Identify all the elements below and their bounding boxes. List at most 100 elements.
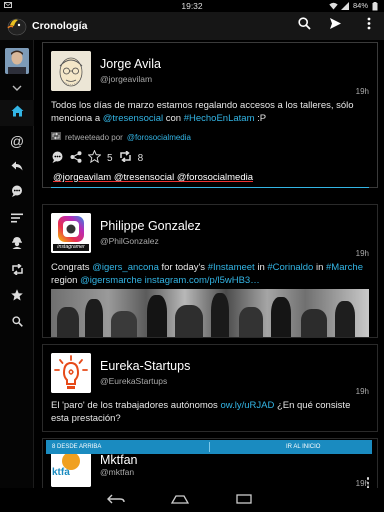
account-switcher-button[interactable] (0, 80, 34, 94)
sidebar: @ (0, 40, 34, 488)
instagramer-label: instagramer (57, 244, 85, 250)
share-button[interactable] (70, 150, 82, 166)
app-logo-icon[interactable] (6, 16, 28, 36)
tweet-text-segment: :P (254, 113, 267, 124)
lists-icon (11, 210, 23, 228)
retweet-button[interactable] (119, 150, 132, 165)
reply-button[interactable] (51, 151, 64, 166)
tweet-text: Congrats @igers_ancona for today's #Inst… (51, 261, 369, 287)
recent-apps-button[interactable] (232, 492, 256, 508)
new-tweets-count-button[interactable]: 8 DESDE ARRIBA (52, 444, 101, 450)
tweet-link[interactable]: instagram.com/p/l5wHB3… (145, 275, 260, 286)
sidebar-item-replies[interactable] (0, 154, 34, 180)
tweet-timestamp: 19h (355, 387, 369, 396)
sidebar-item-profile[interactable] (0, 232, 34, 258)
tweet-author-handle[interactable]: @EurekaStartups (100, 376, 167, 386)
divider (209, 442, 210, 452)
tweet-avatar[interactable] (51, 51, 91, 91)
tweet-author-name[interactable]: Philippe Gonzalez (100, 219, 201, 233)
tweet-link[interactable]: #HechoEnLatam (184, 113, 255, 124)
favorite-button[interactable] (87, 149, 102, 166)
sidebar-item-search[interactable] (0, 310, 34, 336)
tweet-avatar[interactable] (51, 353, 91, 393)
back-icon (107, 491, 125, 509)
share-icon (70, 150, 82, 166)
tweet-text-segment: in (313, 262, 327, 273)
retweet-small-icon (51, 132, 61, 142)
retweet-count: 8 (137, 152, 144, 164)
signal-icon (340, 1, 349, 10)
sidebar-item-mentions[interactable]: @ (0, 128, 34, 154)
tweet-link[interactable]: @tresensocial (103, 113, 163, 124)
timeline[interactable]: Jorge Avila @jorgeavilam 19h Todos los d… (38, 40, 382, 488)
retweeted-by-user-link[interactable]: @forosocialmedia (127, 133, 191, 142)
battery-icon (372, 1, 380, 10)
navigation-bar (0, 488, 384, 512)
tweet-text-segment: El 'paro' de los trabajadores autónomos (51, 400, 221, 411)
tweet-text: Todos los días de marzo estamos regaland… (51, 99, 369, 125)
back-button[interactable] (104, 492, 128, 508)
tweet-author-handle[interactable]: @mktfan (100, 467, 134, 477)
action-bar: Cronología (0, 12, 384, 40)
home-button[interactable] (168, 492, 192, 508)
battery-level: 84% (352, 1, 368, 10)
search-button[interactable] (295, 17, 313, 35)
tweet-card[interactable]: Jorge Avila @jorgeavilam 19h Todos los d… (42, 42, 378, 188)
new-tweets-bar: 8 DESDE ARRIBA IR AL INICIO (46, 440, 372, 454)
tweet-author-handle[interactable]: @jorgeavilam (100, 74, 152, 84)
more-vertical-icon (367, 17, 371, 35)
tweet-text: El 'paro' de los trabajadores autónomos … (51, 399, 369, 425)
tweet-card[interactable]: instagramer Philippe Gonzalez @PhilGonza… (42, 204, 378, 338)
retweet-icon (11, 262, 24, 280)
tweet-avatar-text: ktfa (52, 467, 70, 478)
tweet-link[interactable]: @igers_ancona (92, 262, 159, 273)
tweet-author-handle[interactable]: @PhilGonzalez (100, 236, 159, 246)
overflow-menu-button[interactable] (360, 17, 378, 35)
conversation-icon (51, 151, 64, 166)
tweet-text-segment: region (51, 275, 81, 286)
tweet-timestamp: 19h (355, 249, 369, 258)
sidebar-item-home[interactable] (0, 100, 34, 126)
tweet-link[interactable]: @igersmarche (80, 275, 142, 286)
tweet-link[interactable]: #Corinaldo (267, 262, 313, 273)
tweet-text-segment: Congrats (51, 262, 93, 273)
reply-icon (11, 158, 23, 176)
tweet-author-name[interactable]: Jorge Avila (100, 57, 161, 71)
send-icon (329, 17, 342, 35)
tweet-link[interactable]: ow.ly/uRJAD (220, 400, 274, 411)
tweet-author-name[interactable]: Eureka-Startups (100, 359, 190, 373)
go-to-top-button[interactable]: IR AL INICIO (286, 444, 320, 450)
tweet-actions: 5 8 (51, 149, 144, 166)
sidebar-item-lists[interactable] (0, 206, 34, 232)
chevron-down-icon (12, 78, 22, 96)
sidebar-item-messages[interactable] (0, 180, 34, 206)
star-icon (11, 288, 23, 306)
tweet-text-segment: for today's (158, 262, 208, 273)
tweet-media-thumbnail[interactable] (51, 289, 369, 337)
page-title: Cronología (32, 20, 88, 32)
compose-button[interactable] (326, 17, 344, 35)
status-bar: 19:32 84% (0, 0, 384, 12)
sidebar-item-favorites[interactable] (0, 284, 34, 310)
retweeted-by-line: retweeteado por @forosocialmedia (51, 132, 191, 142)
wifi-icon (329, 2, 338, 10)
tweet-link[interactable]: #Marche (326, 262, 363, 273)
mention-icon: @ (9, 133, 25, 149)
tweet-card[interactable]: Eureka-Startups @EurekaStartups 19h El '… (42, 344, 378, 432)
user-icon (11, 236, 23, 254)
message-icon (11, 184, 23, 202)
sidebar-item-retweets[interactable] (0, 258, 34, 284)
home-nav-icon (170, 491, 190, 509)
clock: 19:32 (181, 1, 203, 11)
retweet-icon (119, 150, 132, 165)
tweet-timestamp: 19h (355, 87, 369, 96)
recent-apps-icon (236, 491, 252, 509)
tweet-link[interactable]: #Instameet (208, 262, 255, 273)
reply-input-text: @jorgeavilam @tresensocial @forosocialme… (53, 172, 254, 183)
star-outline-icon (87, 149, 102, 166)
tweet-author-name[interactable]: Mktfan (100, 453, 138, 467)
reply-input[interactable]: @jorgeavilam @tresensocial @forosocialme… (51, 172, 369, 188)
retweeted-by-prefix: retweeteado por (65, 132, 123, 142)
account-avatar[interactable] (5, 48, 29, 74)
home-icon (11, 104, 24, 122)
